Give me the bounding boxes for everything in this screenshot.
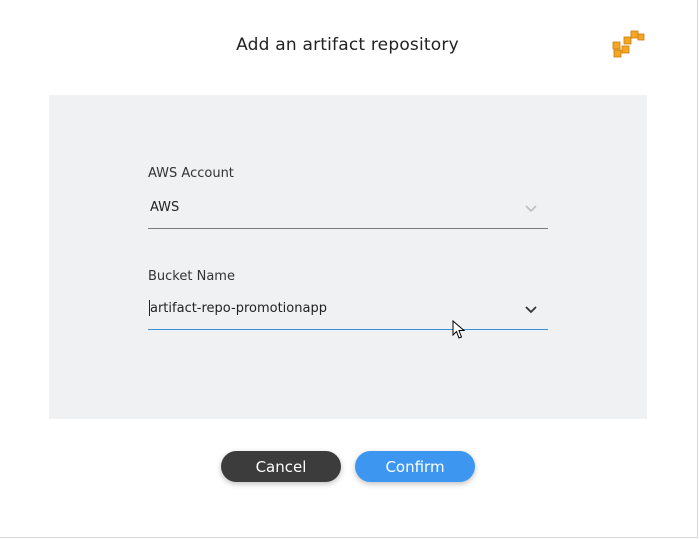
add-artifact-repository-dialog: Add an artifact repository AWS Account A… xyxy=(0,0,698,538)
aws-account-label: AWS Account xyxy=(148,166,234,181)
confirm-button[interactable]: Confirm xyxy=(355,451,475,482)
aws-account-value: AWS xyxy=(150,200,180,215)
bucket-name-select[interactable]: artifact-repo-promotionapp xyxy=(148,295,548,330)
chevron-down-icon[interactable] xyxy=(524,304,538,314)
bucket-name-value: artifact-repo-promotionapp xyxy=(150,301,327,316)
aws-cubes-icon xyxy=(612,30,645,58)
dialog-title: Add an artifact repository xyxy=(236,35,459,55)
form-panel: AWS Account AWS Bucket Name artifact-rep… xyxy=(49,95,647,419)
aws-account-select[interactable]: AWS xyxy=(148,194,548,229)
bucket-name-label: Bucket Name xyxy=(148,269,235,284)
mouse-pointer-icon xyxy=(452,320,466,339)
chevron-down-icon xyxy=(525,205,537,213)
cancel-button[interactable]: Cancel xyxy=(221,451,341,482)
